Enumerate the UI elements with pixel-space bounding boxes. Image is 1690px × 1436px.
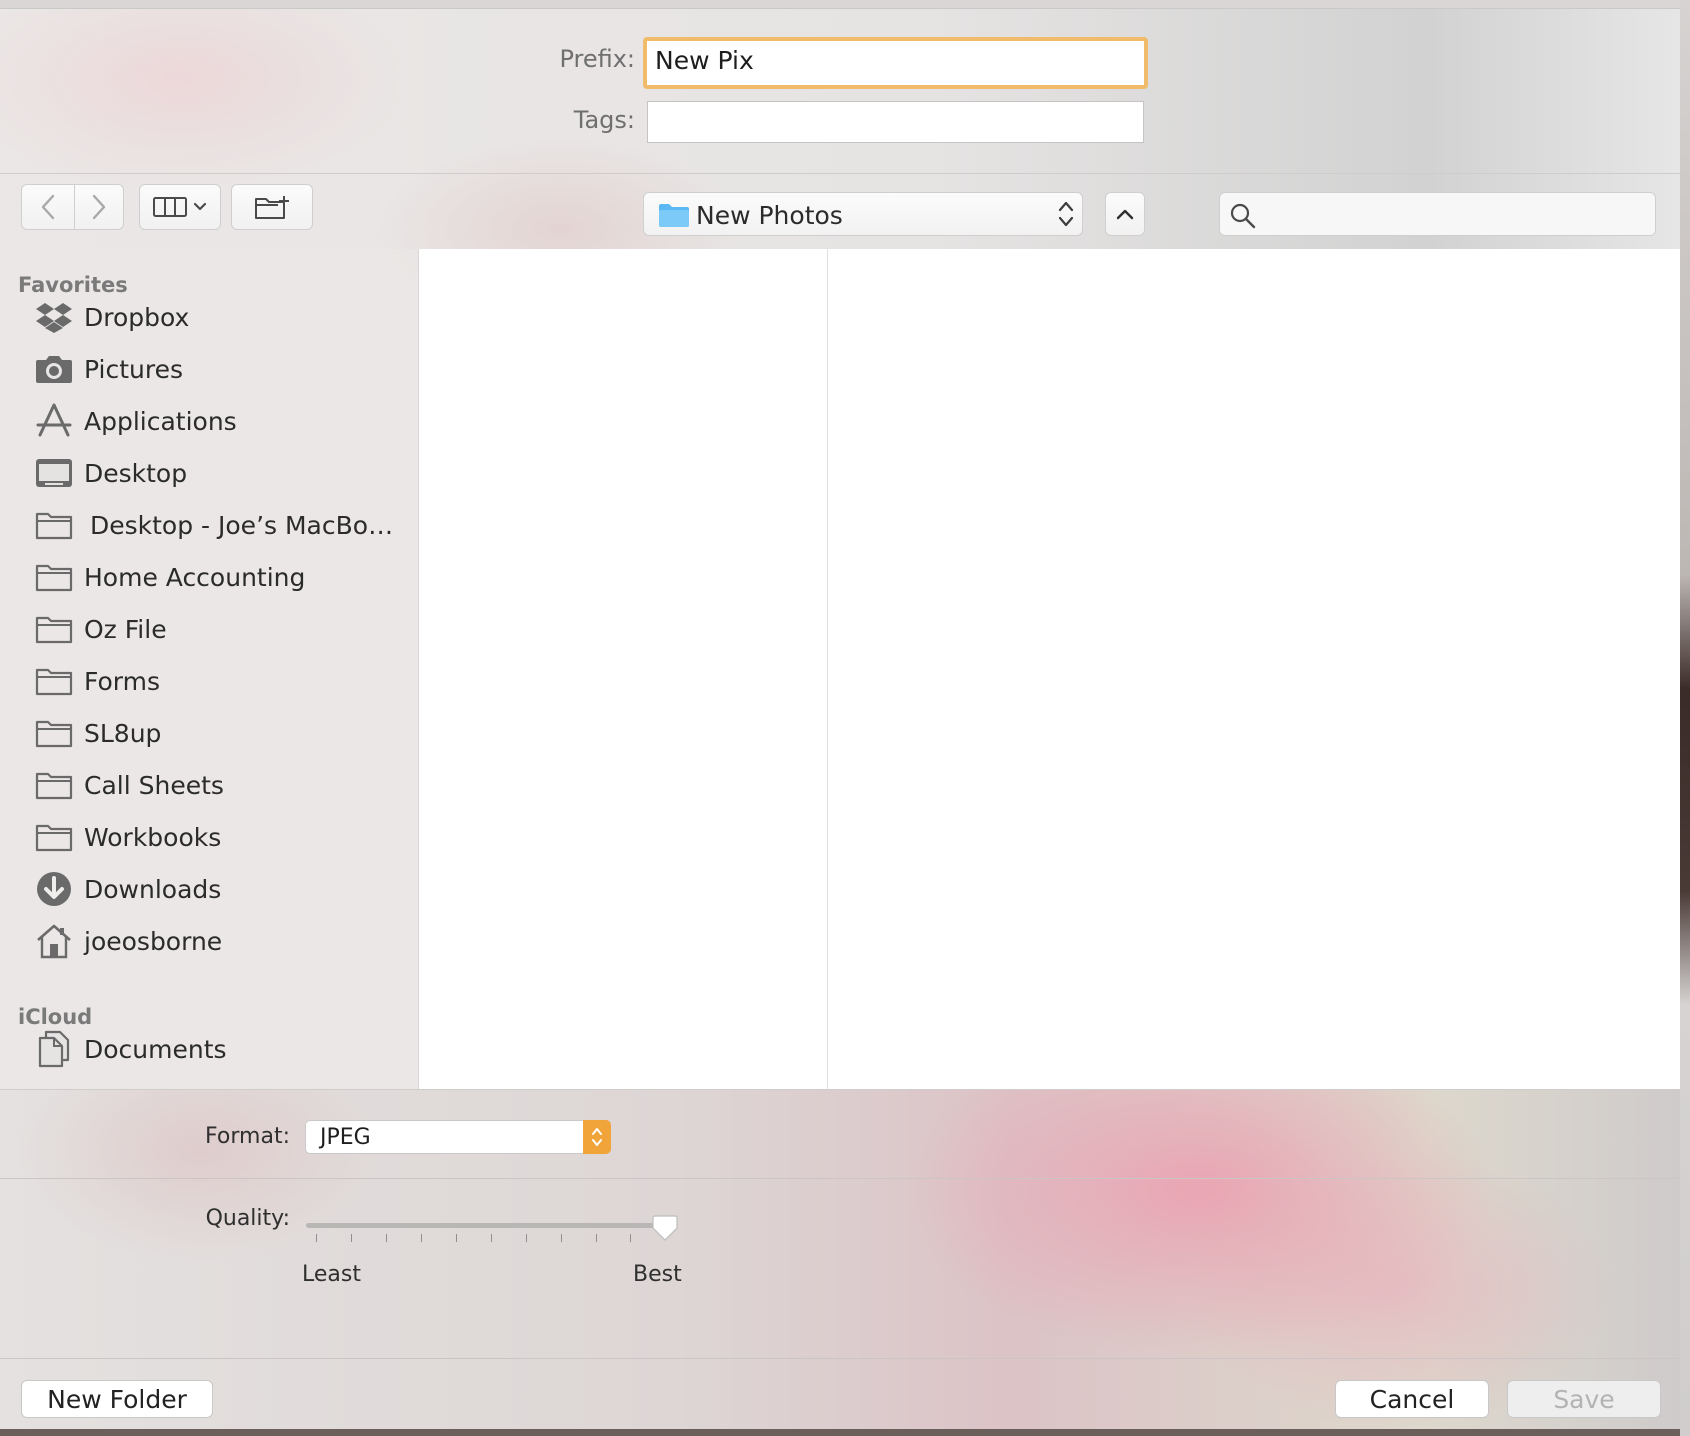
up-down-arrows-icon [1058, 200, 1074, 228]
tags-label: Tags: [573, 106, 635, 134]
folder-icon [34, 609, 74, 649]
browser-column-2[interactable] [828, 249, 1680, 1089]
sidebar-item-workbooks[interactable]: Workbooks [34, 813, 414, 861]
slider-tick [386, 1234, 387, 1242]
format-popup[interactable]: JPEG [305, 1120, 611, 1154]
slider-tick [561, 1234, 562, 1242]
chevron-down-icon [193, 202, 207, 212]
window-top-edge [0, 0, 1680, 8]
folder-icon [34, 661, 74, 701]
export-options-panel: Format: JPEG Quality: Least Best New Fol… [0, 1089, 1680, 1429]
sidebar-item-label: Desktop - Joe’s MacBo… [90, 510, 394, 540]
prefix-input[interactable]: New Pix [643, 37, 1148, 89]
forward-button[interactable] [74, 184, 124, 230]
location-label: New Photos [696, 201, 843, 230]
applications-icon [34, 401, 74, 441]
sidebar-item-label: Applications [84, 406, 237, 436]
up-down-arrows-icon [591, 1126, 603, 1148]
folder-icon [658, 202, 690, 228]
slider-tick [421, 1234, 422, 1242]
slider-tick [526, 1234, 527, 1242]
sidebar-item-label: Forms [84, 666, 161, 696]
quality-best-label: Best [633, 1262, 682, 1287]
search-icon [1230, 203, 1256, 229]
toolbar-separator [0, 173, 1680, 174]
save-dialog: Prefix: New Pix Tags: New Photos Favorit… [0, 8, 1680, 1429]
format-value: JPEG [320, 1125, 371, 1150]
format-stepper [583, 1120, 611, 1154]
sidebar-item-label: joeosborne [84, 926, 223, 956]
sidebar-item-desktop[interactable]: Desktop [34, 449, 414, 497]
background-window-strip [1680, 0, 1690, 1436]
quality-least-label: Least [302, 1262, 361, 1287]
view-mode-button[interactable] [139, 184, 221, 230]
sidebar-item-oz-file[interactable]: Oz File [34, 605, 414, 653]
sidebar-item-downloads[interactable]: Downloads [34, 865, 414, 913]
sidebar-item-forms[interactable]: Forms [34, 657, 414, 705]
back-button[interactable] [21, 184, 75, 230]
slider-tick [456, 1234, 457, 1242]
column-view-icon [153, 196, 187, 218]
tags-input[interactable] [647, 101, 1144, 143]
sidebar-item-label: SL8up [84, 718, 162, 748]
sidebar-item-pictures[interactable]: Pictures [34, 345, 414, 393]
quality-slider-track[interactable] [306, 1223, 664, 1228]
sidebar: Favorites Dropbox Pictures Applications … [0, 249, 419, 1089]
chevron-up-icon [1116, 208, 1134, 220]
desktop-icon [34, 453, 74, 493]
sidebar-item-label: Downloads [84, 874, 222, 904]
browser-column-1[interactable] [419, 249, 828, 1089]
sidebar-item-documents[interactable]: Documents [34, 1025, 414, 1073]
sidebar-item-dropbox[interactable]: Dropbox [34, 293, 414, 341]
new-folder-button[interactable]: New Folder [21, 1380, 213, 1418]
footer-separator [0, 1358, 1680, 1359]
sidebar-item-label: Home Accounting [84, 562, 306, 592]
new-folder-icon-button[interactable] [231, 184, 313, 230]
slider-tick [491, 1234, 492, 1242]
camera-icon [34, 349, 74, 389]
sidebar-item-call-sheets[interactable]: Call Sheets [34, 761, 414, 809]
save-button[interactable]: Save [1507, 1380, 1661, 1418]
downloads-icon [34, 869, 74, 909]
sidebar-item-label: Pictures [84, 354, 183, 384]
dropbox-icon [34, 297, 74, 337]
sidebar-item-label: Documents [84, 1034, 227, 1064]
home-icon [34, 921, 74, 961]
cancel-button[interactable]: Cancel [1335, 1380, 1489, 1418]
folder-icon [34, 505, 74, 545]
sidebar-item-home-accounting[interactable]: Home Accounting [34, 553, 414, 601]
collapse-button[interactable] [1105, 192, 1145, 236]
format-label: Format: [205, 1124, 290, 1149]
chevron-right-icon [91, 194, 107, 220]
slider-tick [351, 1234, 352, 1242]
folder-icon [34, 765, 74, 805]
sidebar-item-joeosborne[interactable]: joeosborne [34, 917, 414, 965]
prefix-label: Prefix: [559, 45, 635, 73]
slider-tick [316, 1234, 317, 1242]
slider-tick [630, 1234, 631, 1242]
quality-label: Quality: [205, 1206, 290, 1231]
quality-slider-thumb[interactable] [652, 1214, 678, 1246]
location-popup[interactable]: New Photos [643, 192, 1083, 236]
search-field[interactable] [1219, 192, 1656, 236]
sidebar-item-label: Dropbox [84, 302, 190, 332]
slider-tick [596, 1234, 597, 1242]
new-folder-icon [254, 194, 290, 220]
options-separator [0, 1178, 1680, 1179]
folder-icon [34, 817, 74, 857]
sidebar-item-label: Workbooks [84, 822, 222, 852]
sidebar-item-label: Desktop [84, 458, 188, 488]
sidebar-item-sl8up[interactable]: SL8up [34, 709, 414, 757]
chevron-left-icon [40, 194, 56, 220]
sidebar-item-desktop-macbook[interactable]: Desktop - Joe’s MacBo… [34, 501, 414, 549]
folder-icon [34, 557, 74, 597]
folder-icon [34, 713, 74, 753]
documents-icon [34, 1029, 74, 1069]
sidebar-item-applications[interactable]: Applications [34, 397, 414, 445]
sidebar-item-label: Call Sheets [84, 770, 224, 800]
sidebar-item-label: Oz File [84, 614, 167, 644]
